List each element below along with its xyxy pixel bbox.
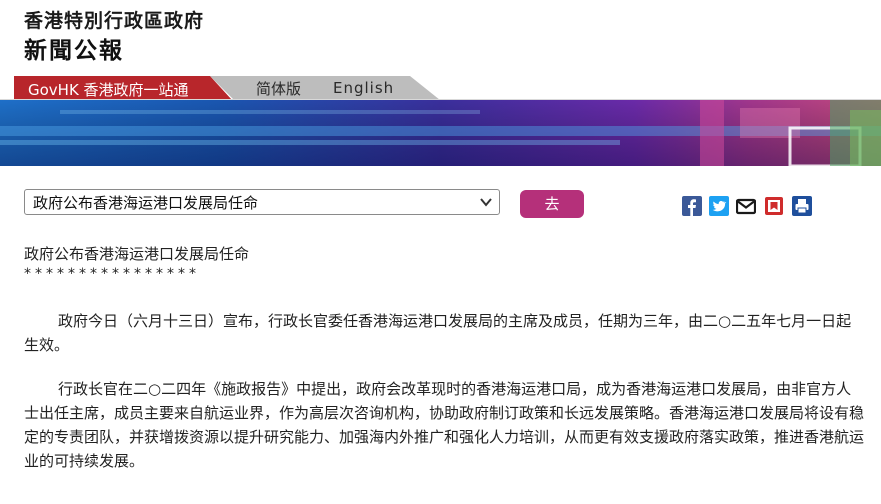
facebook-icon[interactable] bbox=[682, 196, 702, 216]
email-icon[interactable] bbox=[736, 196, 756, 216]
chevron-down-icon bbox=[480, 198, 492, 207]
article-paragraph: 政府今日（六月十三日）宣布，行政长官委任香港海运港口发展局的主席及成员，任期为三… bbox=[24, 312, 852, 354]
bookmark-icon[interactable] bbox=[764, 196, 784, 216]
article-title: 政府公布香港海运港口发展局任命 bbox=[24, 245, 250, 263]
title-separator: **************** bbox=[24, 266, 200, 282]
selected-release: 政府公布香港海运港口发展局任命 bbox=[33, 194, 259, 212]
top-navigation: GovHK 香港政府一站通 简体版 English bbox=[0, 76, 881, 100]
go-button[interactable]: 去 bbox=[520, 190, 584, 218]
print-icon[interactable] bbox=[792, 196, 812, 216]
header-banner bbox=[0, 100, 881, 166]
header: 香港特別行政區政府 新聞公報 bbox=[0, 0, 881, 72]
english-link[interactable]: English bbox=[333, 79, 394, 97]
press-release-select[interactable]: 政府公布香港海运港口发展局任命 bbox=[24, 189, 500, 215]
simplified-chinese-link[interactable]: 简体版 bbox=[256, 78, 301, 99]
press-releases-title: 新聞公報 bbox=[24, 38, 124, 64]
twitter-icon[interactable] bbox=[709, 196, 729, 216]
government-title: 香港特別行政區政府 bbox=[24, 10, 205, 32]
govhk-link[interactable]: GovHK 香港政府一站通 bbox=[28, 79, 189, 100]
article-paragraph: 行政长官在二○二四年《施政报告》中提出，政府会改革现时的香港海运港口局，成为香港… bbox=[24, 380, 865, 470]
